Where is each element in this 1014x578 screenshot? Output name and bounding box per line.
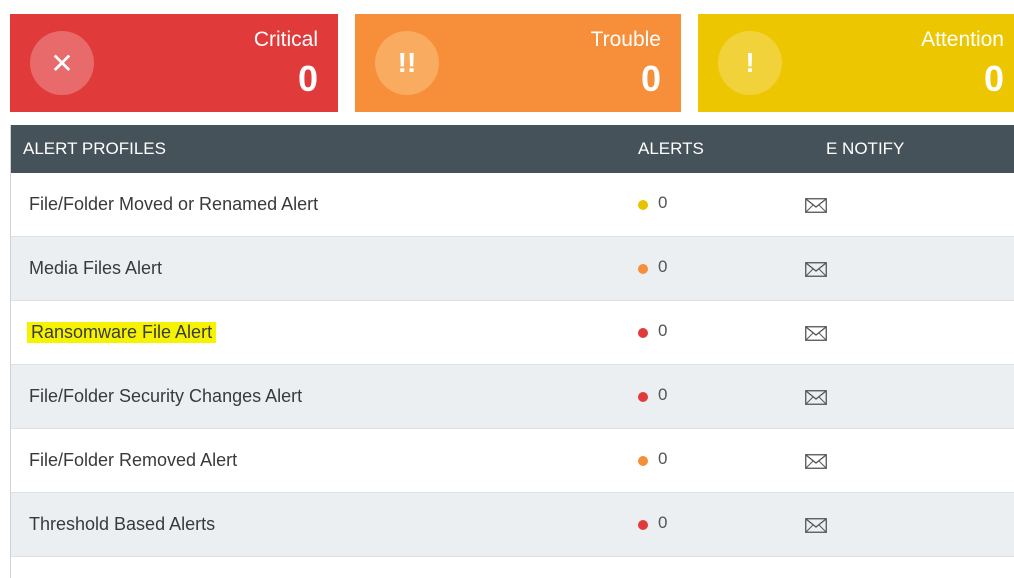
- trouble-label: Trouble: [590, 28, 661, 51]
- attention-label: Attention: [921, 28, 1004, 51]
- profile-name[interactable]: File/Folder Security Changes Alert: [29, 386, 302, 407]
- table-row[interactable]: Ransomware File Alert 0: [11, 301, 1014, 365]
- alert-count: 0: [658, 257, 668, 276]
- alert-count: 0: [658, 193, 668, 212]
- critical-count: 0: [297, 58, 318, 99]
- severity-dot-icon: [638, 392, 648, 402]
- column-header-alert-profiles[interactable]: ALERT PROFILES: [23, 139, 166, 159]
- close-icon: ✕: [30, 31, 94, 95]
- envelope-icon[interactable]: [805, 390, 827, 405]
- severity-dot-icon: [638, 520, 648, 530]
- critical-card[interactable]: ✕ Critical 0: [10, 14, 338, 112]
- attention-count: 0: [983, 58, 1004, 99]
- severity-dot-icon: [638, 200, 648, 210]
- alert-count: 0: [658, 513, 668, 532]
- table-row[interactable]: Media Files Alert 0: [11, 237, 1014, 301]
- severity-dot-icon: [638, 264, 648, 274]
- table-body: File/Folder Moved or Renamed Alert 0 Med…: [11, 173, 1014, 557]
- profile-name[interactable]: File/Folder Moved or Renamed Alert: [29, 194, 318, 215]
- envelope-icon[interactable]: [805, 326, 827, 341]
- alert-count: 0: [658, 449, 668, 468]
- column-header-alerts[interactable]: ALERTS: [638, 139, 704, 159]
- profile-name[interactable]: Media Files Alert: [29, 258, 162, 279]
- alert-count: 0: [658, 385, 668, 404]
- profile-name[interactable]: File/Folder Removed Alert: [29, 450, 237, 471]
- attention-card[interactable]: ! Attention 0: [698, 14, 1014, 112]
- profile-name[interactable]: Threshold Based Alerts: [29, 514, 215, 535]
- envelope-icon[interactable]: [805, 262, 827, 277]
- double-exclamation-icon: !!: [375, 31, 439, 95]
- table-header: ALERT PROFILES ALERTS E NOTIFY: [11, 125, 1014, 173]
- trouble-count: 0: [640, 58, 661, 99]
- severity-dot-icon: [638, 328, 648, 338]
- alert-count: 0: [658, 321, 668, 340]
- trouble-card[interactable]: !! Trouble 0: [355, 14, 681, 112]
- critical-label: Critical: [253, 28, 318, 51]
- table-row[interactable]: Threshold Based Alerts 0: [11, 493, 1014, 557]
- table-row[interactable]: File/Folder Moved or Renamed Alert 0: [11, 173, 1014, 237]
- profile-name[interactable]: Ransomware File Alert: [27, 322, 217, 343]
- severity-dot-icon: [638, 456, 648, 466]
- column-header-e-notify[interactable]: E NOTIFY: [826, 139, 904, 159]
- table-row[interactable]: File/Folder Removed Alert 0: [11, 429, 1014, 493]
- envelope-icon[interactable]: [805, 198, 827, 213]
- table-row[interactable]: File/Folder Security Changes Alert 0: [11, 365, 1014, 429]
- envelope-icon[interactable]: [805, 518, 827, 533]
- alert-profiles-table: ALERT PROFILES ALERTS E NOTIFY File/Fold…: [10, 125, 1014, 578]
- envelope-icon[interactable]: [805, 454, 827, 469]
- exclamation-icon: !: [718, 31, 782, 95]
